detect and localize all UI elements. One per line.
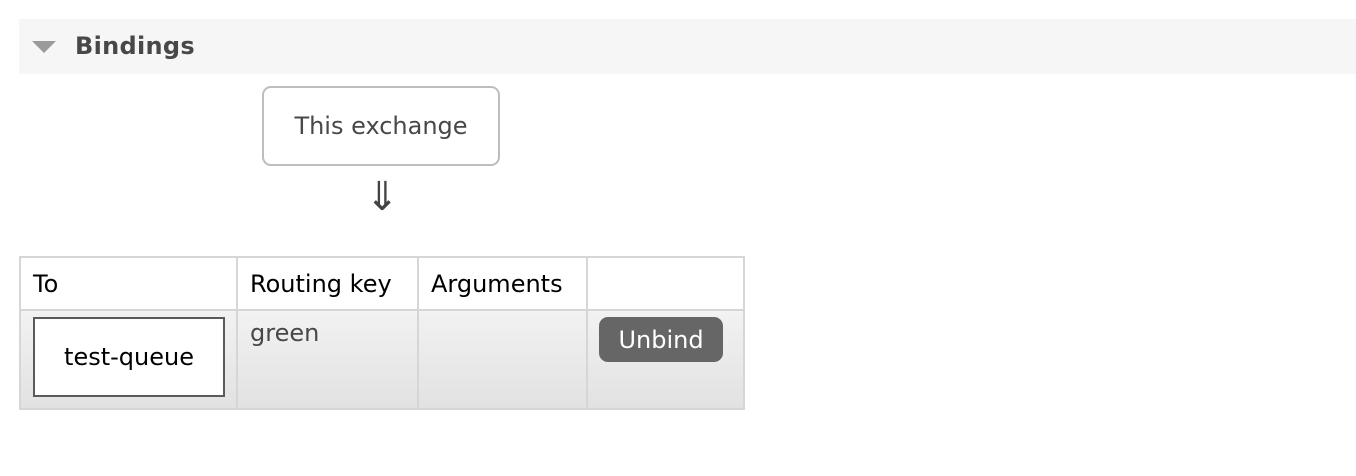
cell-routing-key: green bbox=[236, 309, 419, 410]
queue-link[interactable]: test-queue bbox=[33, 317, 225, 397]
column-header-arguments: Arguments bbox=[417, 256, 588, 311]
unbind-button[interactable]: Unbind bbox=[599, 317, 723, 362]
section-title[interactable]: Bindings bbox=[75, 32, 195, 60]
column-header-routing-key: Routing key bbox=[236, 256, 419, 311]
cell-arguments bbox=[417, 309, 588, 410]
column-header-actions bbox=[586, 256, 745, 311]
bindings-section-header[interactable]: Bindings bbox=[19, 19, 1356, 74]
cell-to: test-queue bbox=[19, 309, 238, 410]
exchange-label: This exchange bbox=[294, 112, 468, 140]
double-arrow-down-icon: ⇓ bbox=[365, 174, 399, 220]
table-header-row: To Routing key Arguments bbox=[19, 256, 745, 311]
this-exchange-box: This exchange bbox=[262, 86, 500, 166]
table-row: test-queue green Unbind bbox=[19, 309, 745, 410]
triangle-down-icon[interactable] bbox=[32, 41, 56, 53]
bindings-table: To Routing key Arguments test-queue gree… bbox=[19, 256, 745, 410]
routing-key-value: green bbox=[250, 319, 320, 347]
column-header-to: To bbox=[19, 256, 238, 311]
cell-actions: Unbind bbox=[586, 309, 745, 410]
